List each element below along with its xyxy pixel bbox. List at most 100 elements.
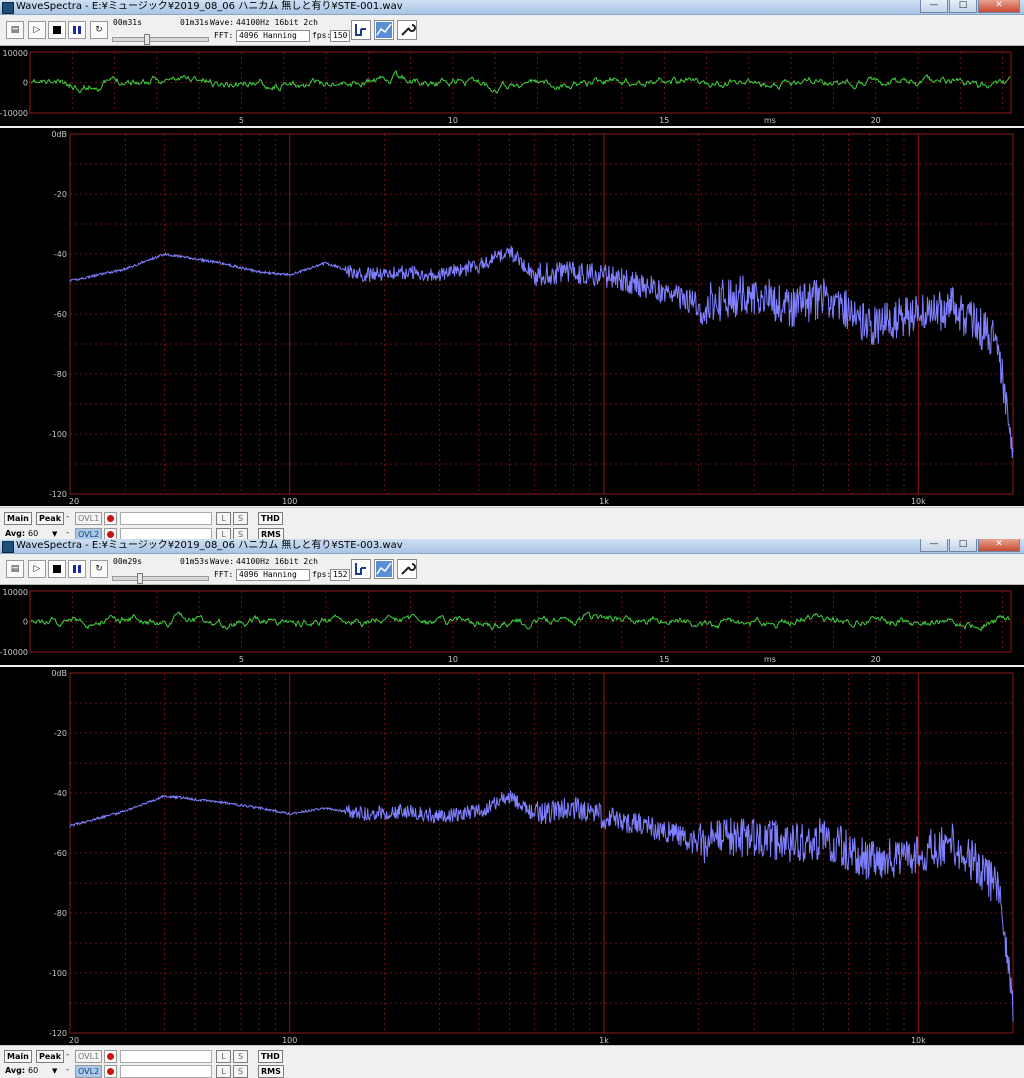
spectrum-y-tick-label: 0dB (51, 130, 67, 139)
loop-icon[interactable]: ↻ (90, 560, 108, 578)
bottom-control-bar: Main Peak - OVL1 L S THD Avg: 60 ▼ - OVL… (0, 1045, 1024, 1078)
stop-button[interactable] (48, 560, 66, 578)
spectrum-settings-icon[interactable] (374, 20, 394, 40)
ovl2-l-button[interactable]: L (216, 528, 231, 539)
elapsed-time: 00m29s (113, 557, 142, 566)
wave-x-tick-label: 20 (871, 116, 881, 125)
spectrum-panel: 0dB -20 -40 -60 -80 -100 -120 20 100 1k 10k (0, 667, 1024, 1045)
ovl1-name-field[interactable] (120, 1050, 212, 1063)
position-slider-track[interactable] (112, 576, 209, 581)
position-slider-thumb[interactable] (144, 34, 151, 45)
title-bar[interactable]: WaveSpectra - E:¥ミュージック¥2019_08_06 ハニカム … (0, 0, 1024, 15)
close-button[interactable]: ✕ (978, 539, 1020, 552)
ovl1-s-button[interactable]: S (233, 512, 248, 525)
position-slider-track[interactable] (112, 37, 209, 42)
spectrum-trace (69, 790, 1014, 1022)
ovl2-button[interactable]: OVL2 (75, 1065, 103, 1078)
play-icon[interactable]: ▷ (28, 560, 46, 578)
play-icon[interactable]: ▷ (28, 21, 46, 39)
ovl2-name-field[interactable] (120, 528, 212, 539)
record-ovl1-icon[interactable] (104, 1050, 117, 1063)
avg-value[interactable]: 60 (28, 529, 38, 538)
ovl2-button[interactable]: OVL2 (75, 528, 103, 539)
maximize-button[interactable]: □ (949, 539, 977, 552)
wave-x-tick-label: 5 (239, 655, 244, 664)
spectrum-x-tick-label: 100 (282, 497, 297, 506)
spectrum-y-tick-label: -100 (49, 430, 67, 439)
fft-label: FFT: (214, 570, 234, 579)
record-ovl2-icon[interactable] (104, 1065, 117, 1078)
peak-button[interactable]: Peak (36, 512, 65, 525)
pause-button[interactable] (68, 560, 86, 578)
peak-button[interactable]: Peak (36, 1050, 65, 1063)
loop-icon[interactable]: ↻ (90, 21, 108, 39)
spectrum-settings-icon[interactable] (374, 559, 394, 579)
waveform-panel: 10000 0 -10000 5 10 15 20 ms (0, 46, 1024, 126)
spectrum-y-tick-label: -20 (54, 190, 67, 199)
record-ovl2-icon[interactable] (104, 528, 117, 539)
ovl1-button[interactable]: OVL1 (75, 512, 103, 525)
spectrum-y-tick-label: -100 (49, 969, 67, 978)
thd-button[interactable]: THD (258, 1050, 283, 1063)
spectrum-x-tick-label: 10k (911, 497, 926, 506)
separator-dash-2: - (66, 528, 70, 538)
ovl1-name-field[interactable] (120, 512, 212, 525)
title-bar[interactable]: WaveSpectra - E:¥ミュージック¥2019_08_06 ハニカム … (0, 539, 1024, 554)
wave-x-tick-label: 10 (448, 655, 458, 664)
app-icon (2, 2, 14, 14)
separator-dash: - (66, 1050, 70, 1060)
ovl2-s-button[interactable]: S (233, 1065, 248, 1078)
ovl2-s-button[interactable]: S (233, 528, 248, 539)
wave-y-tick-label: 0 (23, 79, 28, 88)
avg-value[interactable]: 60 (28, 1066, 38, 1075)
wrench-icon[interactable] (397, 20, 417, 40)
fft-select[interactable]: 4096 Hanning (236, 30, 310, 42)
lr-channel-icon[interactable] (351, 559, 371, 579)
main-button[interactable]: Main (4, 512, 32, 525)
chevron-down-icon[interactable]: ▼ (52, 530, 57, 538)
spectrum-trace (69, 245, 1014, 459)
spectrum-y-tick-label: -60 (54, 849, 67, 858)
wave-y-tick-label: 10000 (3, 49, 28, 58)
record-ovl1-icon[interactable] (104, 512, 117, 525)
window-title: WaveSpectra - E:¥ミュージック¥2019_08_06 ハニカム … (16, 1, 403, 12)
rms-button[interactable]: RMS (258, 528, 284, 539)
wave-y-tick-label: 10000 (3, 588, 28, 597)
total-time: 01m31s (180, 18, 209, 27)
spectrum-y-tick-label: -20 (54, 729, 67, 738)
wavespectra-window-1: WaveSpectra - E:¥ミュージック¥2019_08_06 ハニカム … (0, 0, 1024, 539)
close-button[interactable]: ✕ (978, 0, 1020, 13)
ovl1-l-button[interactable]: L (216, 1050, 231, 1063)
ovl1-l-button[interactable]: L (216, 512, 231, 525)
thd-button[interactable]: THD (258, 512, 283, 525)
ovl2-name-field[interactable] (120, 1065, 212, 1078)
spectrum-x-tick-label: 1k (599, 1036, 609, 1045)
position-slider-thumb[interactable] (136, 573, 143, 584)
maximize-button[interactable]: □ (949, 0, 977, 13)
minimize-button[interactable]: — (920, 0, 948, 13)
spectrum-chart: 0dB -20 -40 -60 -80 -100 -12020 100 1k 10k (49, 130, 1014, 506)
minimize-button[interactable]: — (920, 539, 948, 552)
ovl1-s-button[interactable]: S (233, 1050, 248, 1063)
pause-icon (73, 26, 81, 34)
main-button[interactable]: Main (4, 1050, 32, 1063)
pause-icon (73, 565, 81, 573)
wrench-icon[interactable] (397, 559, 417, 579)
ovl2-l-button[interactable]: L (216, 1065, 231, 1078)
chevron-down-icon[interactable]: ▼ (52, 1067, 57, 1075)
waveform-chart: 10000 0 -10000 5 10 15 20 ms (0, 49, 1012, 125)
wave-x-unit: ms (764, 116, 776, 125)
fft-select[interactable]: 4096 Hanning (236, 569, 310, 581)
open-file-button[interactable]: ▤ (6, 21, 24, 39)
wave-x-unit: ms (764, 655, 776, 664)
fps-value: 150 (330, 30, 350, 42)
rms-button[interactable]: RMS (258, 1065, 284, 1078)
open-file-button[interactable]: ▤ (6, 560, 24, 578)
wave-x-tick-label: 20 (871, 655, 881, 664)
lr-channel-icon[interactable] (351, 20, 371, 40)
ovl1-button[interactable]: OVL1 (75, 1050, 103, 1063)
stop-button[interactable] (48, 21, 66, 39)
pause-button[interactable] (68, 21, 86, 39)
separator-dash: - (66, 512, 70, 522)
avg-label: Avg: (5, 529, 26, 538)
